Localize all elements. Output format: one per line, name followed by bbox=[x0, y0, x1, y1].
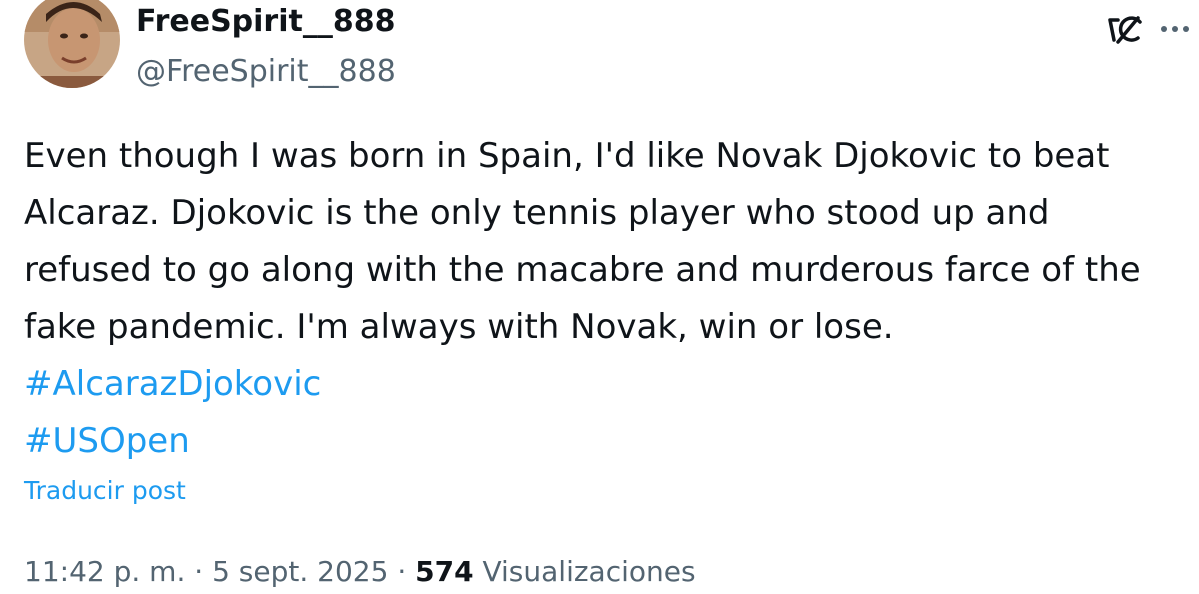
views-label: Visualizaciones bbox=[482, 555, 696, 588]
grok-icon[interactable] bbox=[1104, 12, 1146, 46]
hashtag-alcarazdjokovic[interactable]: #AlcarazDjokovic bbox=[24, 356, 321, 413]
views-count: 574 bbox=[415, 555, 474, 588]
tweet-text: Even though I was born in Spain, I'd lik… bbox=[24, 136, 1141, 347]
translate-post-link[interactable]: Traducir post bbox=[24, 472, 186, 510]
tweet-meta: 11:42 p. m. · 5 sept. 2025 · 574 Visuali… bbox=[24, 550, 696, 594]
meta-separator: · bbox=[194, 555, 204, 588]
avatar[interactable] bbox=[24, 0, 120, 88]
author-display-name[interactable]: FreeSpirit__888 bbox=[136, 2, 395, 42]
tweet-date[interactable]: 5 sept. 2025 bbox=[212, 555, 388, 588]
avatar-photo bbox=[24, 0, 120, 88]
meta-separator: · bbox=[397, 555, 407, 588]
hashtag-usopen[interactable]: #USOpen bbox=[24, 413, 190, 470]
tweet-body: Even though I was born in Spain, I'd lik… bbox=[24, 128, 1184, 470]
more-options-icon[interactable] bbox=[1160, 20, 1190, 32]
tweet-time[interactable]: 11:42 p. m. bbox=[24, 555, 185, 588]
author-handle[interactable]: @FreeSpirit__888 bbox=[136, 52, 396, 92]
